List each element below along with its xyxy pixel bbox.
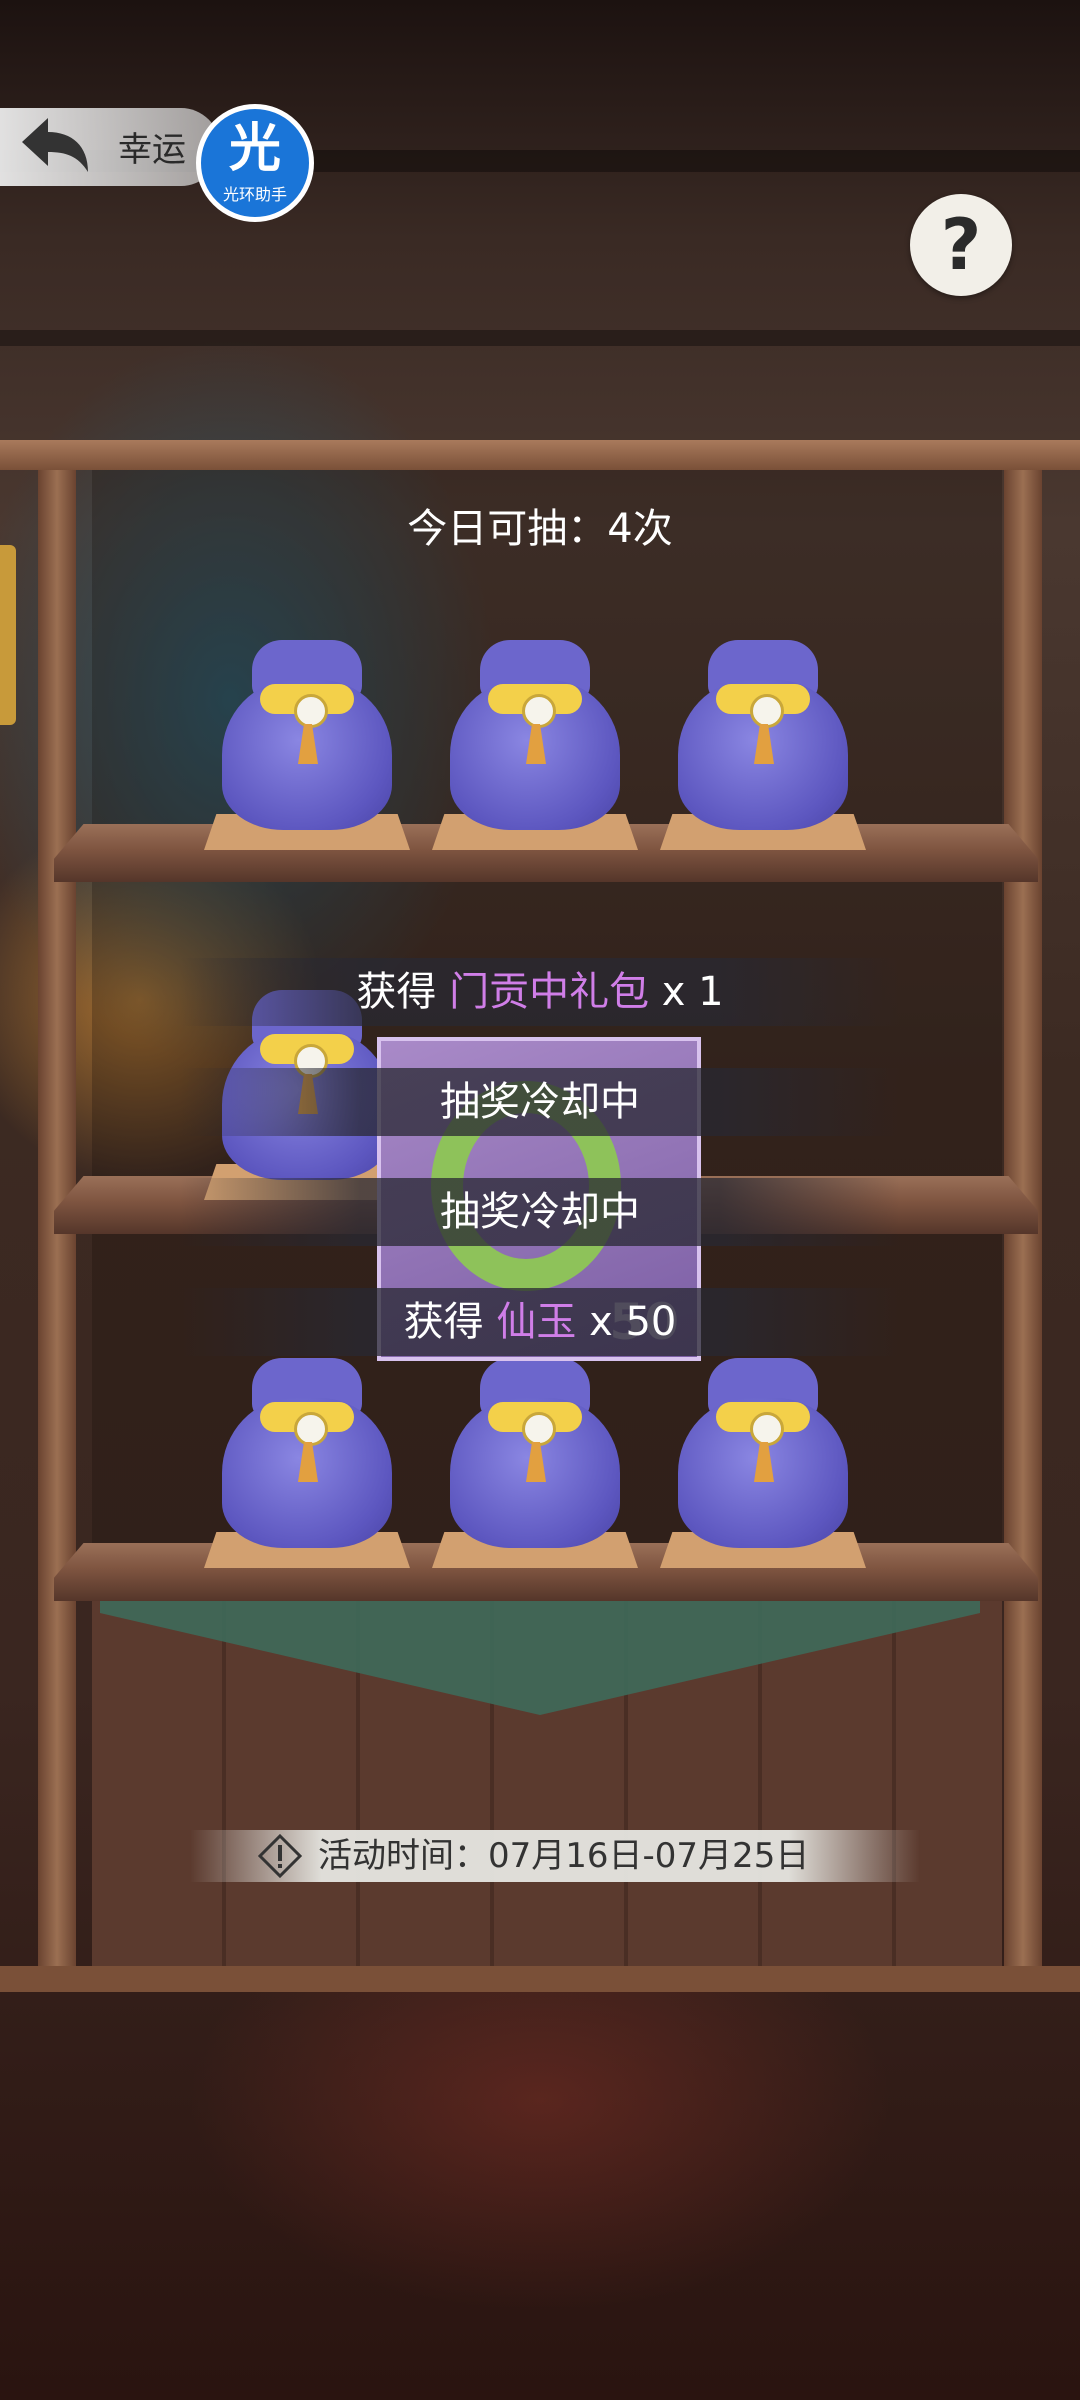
back-arrow-icon[interactable] — [14, 112, 94, 182]
jade-obtained-toast: 获得 仙玉 x 50 — [180, 1288, 900, 1356]
warning-icon — [258, 1834, 302, 1878]
lucky-bag[interactable] — [432, 1338, 638, 1568]
lucky-bag[interactable] — [204, 1338, 410, 1568]
halo-badge-char: 光 — [228, 119, 281, 179]
lucky-bag[interactable] — [432, 620, 638, 850]
lucky-bag[interactable] — [660, 1338, 866, 1568]
roof-beam — [0, 330, 1080, 346]
cooldown-toast: 抽奖冷却中 — [180, 1068, 900, 1136]
cabinet-base — [0, 1966, 1080, 1992]
lucky-bag[interactable] — [204, 620, 410, 850]
side-tab[interactable] — [0, 545, 16, 725]
gift-item-name: 门贡中礼包 — [449, 969, 650, 1015]
page-title: 幸运 — [118, 130, 186, 170]
cabinet-top — [0, 440, 1080, 470]
gift-obtained-toast: 获得 门贡中礼包 x 1 — [180, 958, 900, 1026]
draws-remaining: 今日可抽：4次 — [407, 506, 673, 552]
halo-badge-label: 光环助手 — [222, 185, 287, 204]
jade-item-name: 仙玉 — [496, 1299, 577, 1345]
lucky-bag[interactable] — [660, 620, 866, 850]
event-time-bar: 活动时间：07月16日-07月25日 — [190, 1830, 920, 1882]
help-button[interactable]: ? — [910, 194, 1012, 296]
event-time-label: 活动时间：07月16日-07月25日 — [318, 1836, 810, 1876]
halo-assistant-icon[interactable]: 光 光环助手 — [196, 104, 314, 222]
cooldown-toast: 抽奖冷却中 — [180, 1178, 900, 1246]
